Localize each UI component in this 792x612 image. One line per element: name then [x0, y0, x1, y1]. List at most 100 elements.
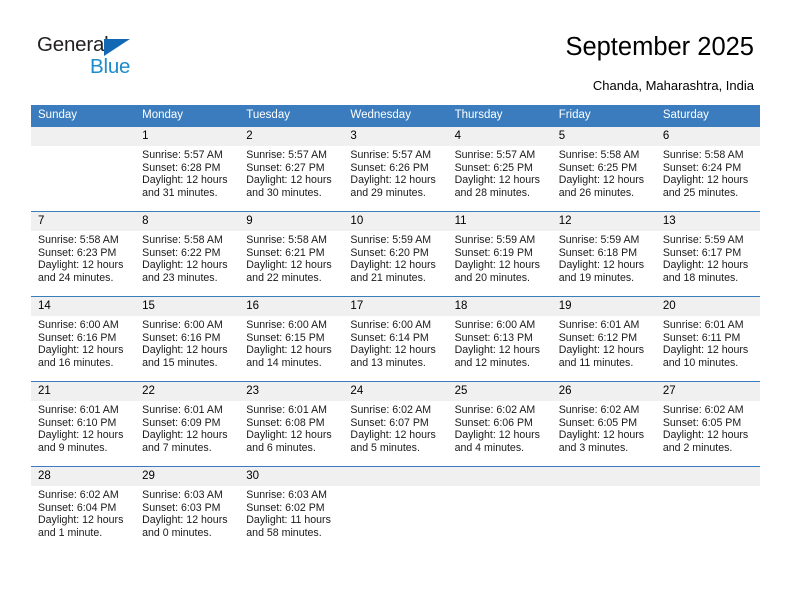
daylight-text: Daylight: 11 hours and 58 minutes.: [246, 514, 331, 539]
daylight-text: Daylight: 12 hours and 0 minutes.: [142, 514, 228, 539]
daylight-text: Daylight: 12 hours and 25 minutes.: [662, 174, 749, 199]
calendar-day-cell[interactable]: 1 Sunrise: 5:57 AM Sunset: 6:28 PM Daylight…: [135, 126, 240, 212]
sunrise-text: Sunrise: 6:00 AM: [454, 319, 536, 331]
daylight-text: Daylight: 12 hours and 5 minutes.: [350, 429, 436, 454]
calendar-day-cell[interactable]: 9 Sunrise: 5:58 AM Sunset: 6:21 PM Daylight…: [239, 211, 344, 297]
calendar-day-cell[interactable]: 17 Sunrise: 6:00 AM Sunset: 6:14 PM Dayligh…: [343, 296, 448, 382]
day-number: 23: [239, 382, 344, 401]
sunset-text: Sunset: 6:21 PM: [246, 246, 325, 259]
day-number: 15: [135, 297, 240, 316]
weekday-header-tuesday: Tuesday: [239, 105, 344, 127]
daylight-text: Daylight: 12 hours and 23 minutes.: [142, 259, 228, 284]
calendar-day-cell[interactable]: 2 Sunrise: 5:57 AM Sunset: 6:27 PM Daylight…: [239, 126, 344, 212]
day-details: Sunrise: 5:57 AM Sunset: 6:28 PM Daylight:…: [135, 146, 239, 199]
day-number: 29: [135, 467, 240, 486]
day-number: 21: [31, 382, 136, 401]
sunrise-text: Sunrise: 6:00 AM: [38, 319, 119, 331]
sunset-text: Sunset: 6:09 PM: [142, 416, 221, 429]
calendar-day-cell[interactable]: 21 Sunrise: 6:01 AM Sunset: 6:10 PM Dayligh…: [31, 381, 136, 467]
calendar-week-row: 21 Sunrise: 6:01 AM Sunset: 6:10 PM Dayligh…: [31, 381, 760, 467]
sunrise-text: Sunrise: 5:58 AM: [662, 149, 744, 161]
sunset-text: Sunset: 6:12 PM: [558, 331, 638, 344]
sunset-text: Sunset: 6:06 PM: [454, 416, 533, 429]
sunset-text: Sunset: 6:25 PM: [454, 161, 533, 174]
calendar-day-cell[interactable]: 22 Sunrise: 6:01 AM Sunset: 6:09 PM Dayligh…: [135, 381, 240, 467]
sunset-text: Sunset: 6:05 PM: [662, 416, 742, 429]
daylight-text: Daylight: 12 hours and 4 minutes.: [454, 429, 540, 454]
calendar-week-row: 1 Sunrise: 5:57 AM Sunset: 6:28 PM Daylight…: [31, 126, 760, 212]
day-details: Sunrise: 6:01 AM Sunset: 6:11 PM Daylight:…: [656, 316, 760, 369]
calendar-day-cell[interactable]: 14 Sunrise: 6:00 AM Sunset: 6:16 PM Dayligh…: [31, 296, 136, 382]
day-details: Sunrise: 6:01 AM Sunset: 6:12 PM Daylight:…: [552, 316, 656, 369]
day-number: 13: [655, 212, 760, 231]
sunset-text: Sunset: 6:20 PM: [350, 246, 429, 259]
calendar-day-cell[interactable]: 4 Sunrise: 5:57 AM Sunset: 6:25 PM Daylight…: [447, 126, 552, 212]
calendar-day-cell[interactable]: 20 Sunrise: 6:01 AM Sunset: 6:11 PM Dayligh…: [655, 296, 760, 382]
sunrise-text: Sunrise: 6:02 AM: [662, 404, 744, 416]
sunset-text: Sunset: 6:03 PM: [142, 501, 221, 514]
sunrise-text: Sunrise: 5:59 AM: [558, 234, 640, 246]
sunset-text: Sunset: 6:26 PM: [350, 161, 429, 174]
day-number: 12: [551, 212, 656, 231]
daylight-text: Daylight: 12 hours and 13 minutes.: [350, 344, 436, 369]
day-details: Sunrise: 6:02 AM Sunset: 6:07 PM Daylight:…: [343, 401, 447, 454]
daylight-text: Daylight: 12 hours and 10 minutes.: [662, 344, 749, 369]
calendar-day-cell[interactable]: 19 Sunrise: 6:01 AM Sunset: 6:12 PM Dayligh…: [551, 296, 656, 382]
sunrise-text: Sunrise: 5:58 AM: [38, 234, 119, 246]
day-details: Sunrise: 5:59 AM Sunset: 6:17 PM Daylight:…: [656, 231, 760, 284]
daylight-text: Daylight: 12 hours and 12 minutes.: [454, 344, 540, 369]
calendar-day-cell[interactable]: 12 Sunrise: 5:59 AM Sunset: 6:18 PM Dayligh…: [551, 211, 656, 297]
sunrise-text: Sunrise: 6:02 AM: [350, 404, 432, 416]
calendar-day-cell[interactable]: 6 Sunrise: 5:58 AM Sunset: 6:24 PM Daylight…: [655, 126, 760, 212]
daylight-text: Daylight: 12 hours and 3 minutes.: [558, 429, 645, 454]
day-number: [343, 467, 448, 486]
calendar-day-cell[interactable]: 30 Sunrise: 6:03 AM Sunset: 6:02 PM Dayligh…: [239, 466, 344, 551]
day-number: 9: [239, 212, 344, 231]
day-details: Sunrise: 6:00 AM Sunset: 6:16 PM Daylight:…: [31, 316, 135, 369]
calendar-day-cell[interactable]: 23 Sunrise: 6:01 AM Sunset: 6:08 PM Dayligh…: [239, 381, 344, 467]
sunset-text: Sunset: 6:14 PM: [350, 331, 429, 344]
day-details: Sunrise: 6:00 AM Sunset: 6:15 PM Daylight:…: [239, 316, 343, 369]
calendar-day-cell[interactable]: 24 Sunrise: 6:02 AM Sunset: 6:07 PM Dayligh…: [343, 381, 448, 467]
day-details: Sunrise: 5:59 AM Sunset: 6:19 PM Daylight:…: [448, 231, 552, 284]
calendar-day-cell[interactable]: 28 Sunrise: 6:02 AM Sunset: 6:04 PM Dayligh…: [31, 466, 136, 551]
calendar-day-cell[interactable]: 13 Sunrise: 5:59 AM Sunset: 6:17 PM Dayligh…: [655, 211, 760, 297]
calendar-day-cell[interactable]: 16 Sunrise: 6:00 AM Sunset: 6:15 PM Dayligh…: [239, 296, 344, 382]
sunset-text: Sunset: 6:19 PM: [454, 246, 533, 259]
day-details: Sunrise: 6:01 AM Sunset: 6:09 PM Daylight:…: [135, 401, 239, 454]
sunrise-text: Sunrise: 5:59 AM: [662, 234, 744, 246]
calendar-day-cell[interactable]: 8 Sunrise: 5:58 AM Sunset: 6:22 PM Daylight…: [135, 211, 240, 297]
weekday-header-thursday: Thursday: [447, 105, 552, 127]
sunrise-text: Sunrise: 5:59 AM: [454, 234, 536, 246]
day-number: 4: [447, 127, 552, 146]
calendar-day-cell[interactable]: 5 Sunrise: 5:58 AM Sunset: 6:25 PM Daylight…: [551, 126, 656, 212]
page-subtitle-location: Chanda, Maharashtra, India: [592, 78, 754, 93]
calendar-day-cell[interactable]: 29 Sunrise: 6:03 AM Sunset: 6:03 PM Dayligh…: [135, 466, 240, 551]
day-details: Sunrise: 6:00 AM Sunset: 6:14 PM Daylight:…: [343, 316, 447, 369]
day-number: 11: [447, 212, 552, 231]
calendar-day-cell[interactable]: 11 Sunrise: 5:59 AM Sunset: 6:19 PM Dayligh…: [447, 211, 552, 297]
calendar-day-cell[interactable]: 3 Sunrise: 5:57 AM Sunset: 6:26 PM Daylight…: [343, 126, 448, 212]
day-number: 30: [239, 467, 344, 486]
calendar-day-cell[interactable]: 7 Sunrise: 5:58 AM Sunset: 6:23 PM Daylight…: [31, 211, 136, 297]
sunrise-text: Sunrise: 6:02 AM: [558, 404, 640, 416]
day-details: Sunrise: 5:57 AM Sunset: 6:25 PM Daylight:…: [448, 146, 552, 199]
weekday-header-saturday: Saturday: [655, 105, 760, 127]
calendar-day-cell[interactable]: 15 Sunrise: 6:00 AM Sunset: 6:16 PM Dayligh…: [135, 296, 240, 382]
general-blue-logo[interactable]: General Blue: [37, 33, 237, 83]
sunrise-text: Sunrise: 5:57 AM: [350, 149, 432, 161]
calendar-day-cell[interactable]: 27 Sunrise: 6:02 AM Sunset: 6:05 PM Dayligh…: [655, 381, 760, 467]
calendar-day-cell[interactable]: 10 Sunrise: 5:59 AM Sunset: 6:20 PM Dayligh…: [343, 211, 448, 297]
calendar-day-cell[interactable]: 18 Sunrise: 6:00 AM Sunset: 6:13 PM Dayligh…: [447, 296, 552, 382]
daylight-text: Daylight: 12 hours and 18 minutes.: [662, 259, 749, 284]
sunset-text: Sunset: 6:16 PM: [38, 331, 117, 344]
calendar-day-cell[interactable]: 25 Sunrise: 6:02 AM Sunset: 6:06 PM Dayligh…: [447, 381, 552, 467]
calendar-day-cell[interactable]: 26 Sunrise: 6:02 AM Sunset: 6:05 PM Dayligh…: [551, 381, 656, 467]
day-number: 14: [31, 297, 136, 316]
calendar-cell-empty: [447, 466, 552, 551]
day-number: 7: [31, 212, 136, 231]
day-number: 2: [239, 127, 344, 146]
day-number: [551, 467, 656, 486]
day-number: 8: [135, 212, 240, 231]
logo-text-blue: Blue: [90, 55, 131, 78]
